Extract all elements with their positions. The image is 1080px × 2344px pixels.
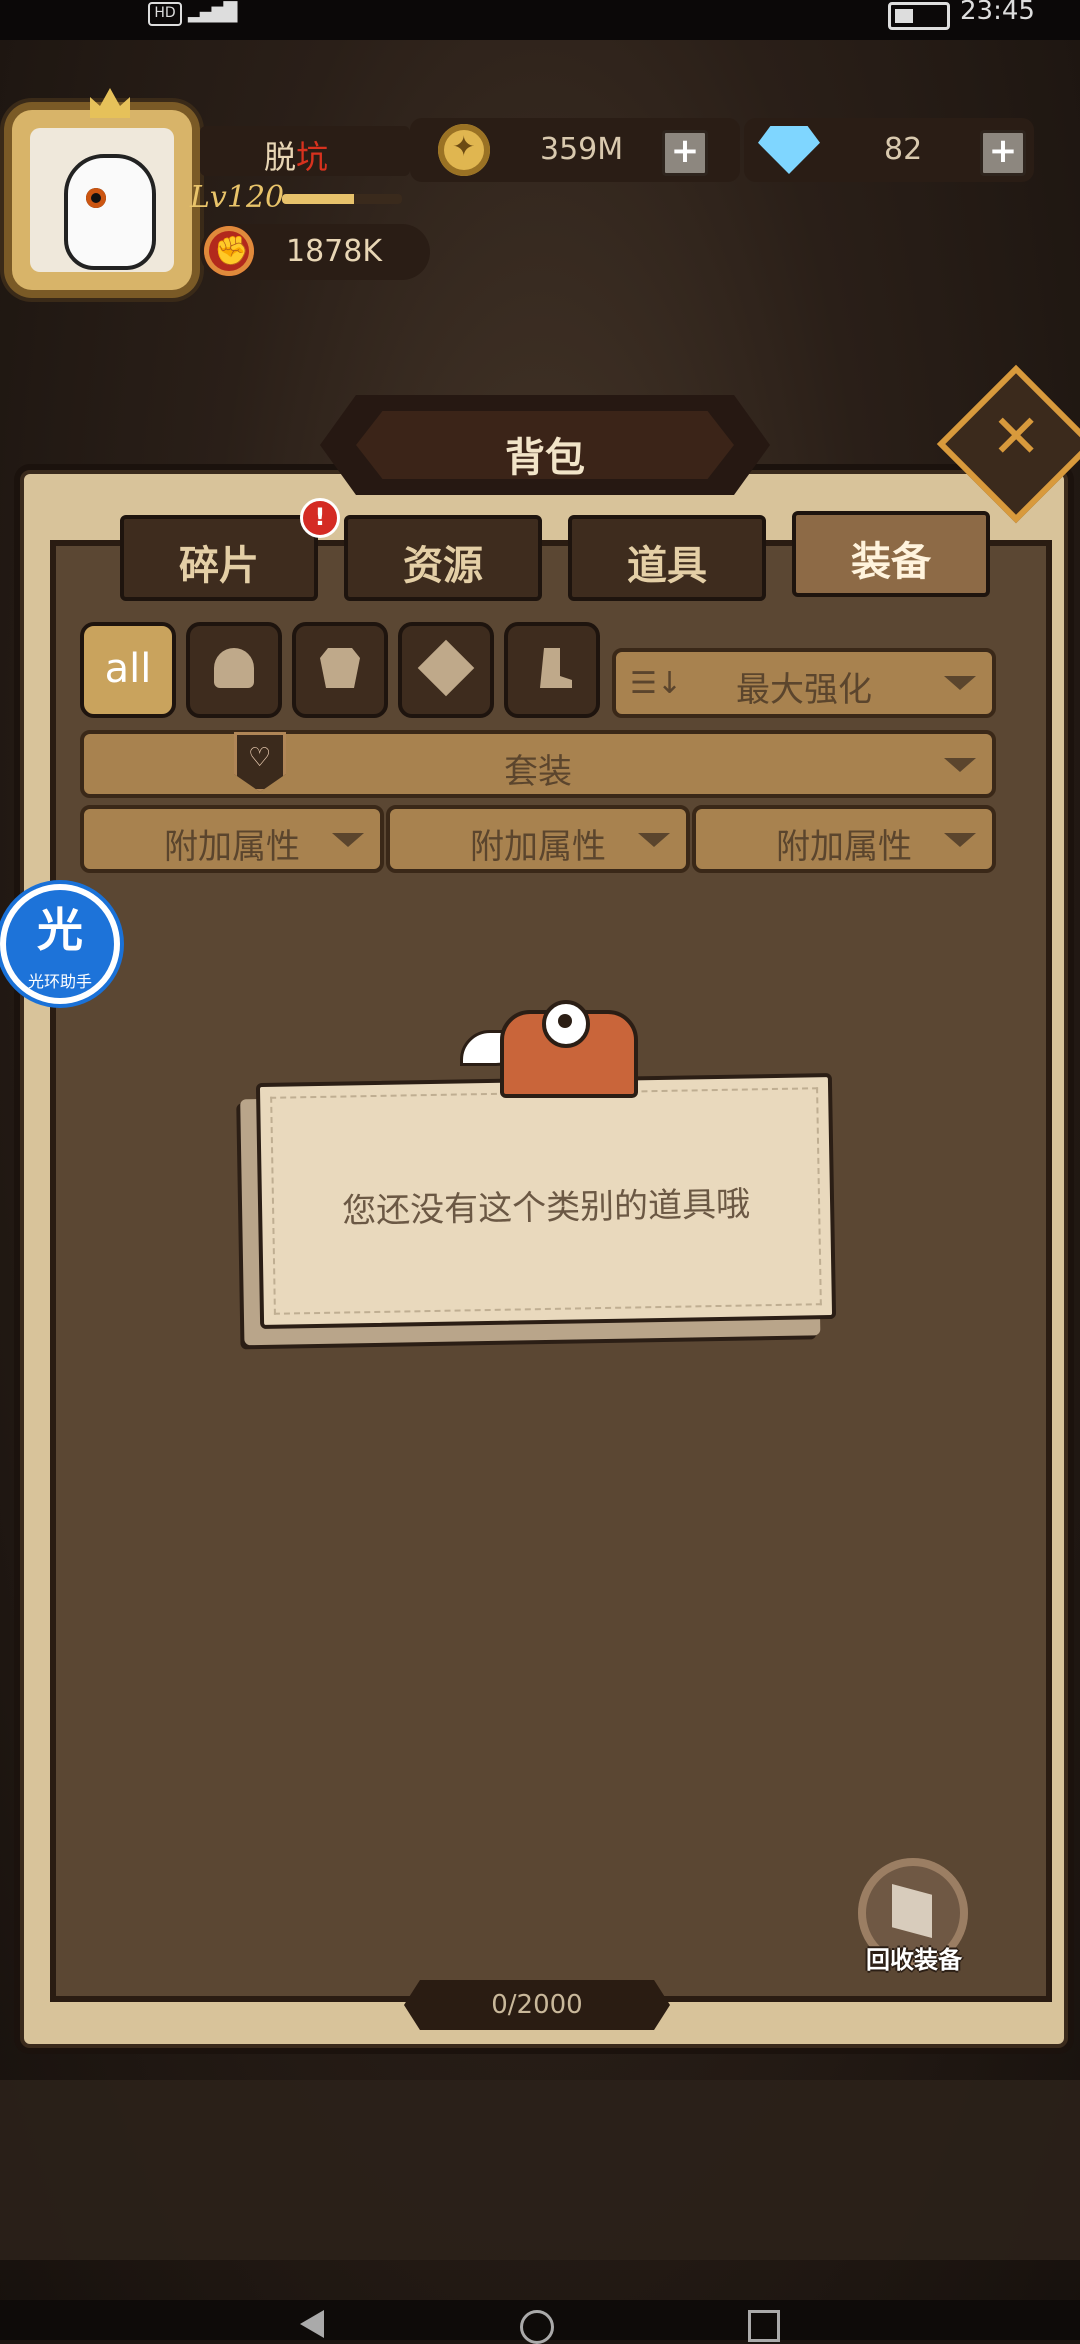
panel-title: 背包 — [505, 435, 585, 481]
armor-icon — [320, 648, 360, 688]
filter-helmet-button[interactable] — [186, 622, 282, 718]
signal-icon: ▂▄▆█ — [188, 2, 237, 23]
tab-items[interactable]: 道具 — [568, 515, 766, 601]
back-icon[interactable] — [300, 2310, 324, 2338]
attribute-dropdown-1[interactable]: 附加属性 — [80, 805, 384, 873]
gold-value: 359M — [540, 132, 624, 167]
treasure-chest-mascot-icon — [460, 990, 640, 1098]
avatar[interactable] — [12, 88, 192, 290]
chevron-down-icon — [944, 758, 976, 772]
mask-face — [64, 154, 156, 270]
bottom-menu-strip — [0, 2080, 1080, 2260]
coin-icon — [438, 124, 490, 176]
eye-icon — [86, 188, 106, 208]
battery-icon — [888, 2, 950, 30]
gold-currency: 359M + — [410, 118, 740, 182]
chevron-down-icon — [638, 833, 670, 847]
set-dropdown[interactable]: 套装 — [80, 730, 996, 798]
recent-apps-icon[interactable] — [748, 2310, 780, 2342]
filter-accessory-button[interactable] — [398, 622, 494, 718]
add-gem-button[interactable]: + — [980, 130, 1026, 176]
system-nav-bar — [0, 2300, 1080, 2344]
gem-currency: 82 + — [744, 118, 1034, 182]
gem-value: 82 — [884, 132, 923, 167]
home-icon[interactable] — [520, 2310, 554, 2344]
xp-bar — [282, 194, 402, 204]
clock: 23:45 — [960, 0, 1035, 26]
chevron-down-icon — [944, 676, 976, 690]
add-gold-button[interactable]: + — [662, 130, 708, 176]
helmet-icon — [214, 648, 254, 688]
category-tabs: 碎片 资源 道具 装备 — [120, 511, 1000, 605]
helper-floating-button[interactable]: 光 光环助手 — [0, 884, 120, 1004]
recycle-label: 回收装备 — [866, 1946, 962, 1974]
tab-label: 道具 — [627, 543, 707, 589]
attribute-dropdown-2[interactable]: 附加属性 — [386, 805, 690, 873]
filter-all-label: all — [104, 646, 152, 692]
power-value: 1878K — [286, 234, 383, 269]
empty-state-card: 您还没有这个类别的道具哦 — [255, 1072, 837, 1330]
filter-all-button[interactable]: all — [80, 622, 176, 718]
tab-fragments[interactable]: 碎片 — [120, 515, 318, 601]
tab-label: 资源 — [403, 543, 483, 589]
avatar-portrait — [30, 128, 174, 272]
hd-indicator: HD — [148, 2, 182, 26]
accessory-icon — [417, 639, 475, 697]
helper-glyph: 光 — [37, 903, 83, 957]
sort-label: 最大强化 — [736, 670, 872, 710]
fist-icon — [204, 226, 254, 276]
tab-label: 装备 — [851, 539, 931, 585]
panel-title-banner: 背包 — [320, 395, 770, 495]
player-name: 脱坑 — [264, 132, 328, 178]
diamond-icon — [758, 126, 820, 174]
attribute-dropdown-3[interactable]: 附加属性 — [692, 805, 996, 873]
tab-resources[interactable]: 资源 — [344, 515, 542, 601]
filter-boots-button[interactable] — [504, 622, 600, 718]
close-icon: ✕ — [990, 402, 1042, 473]
status-bar: HD ▂▄▆█ 23:45 — [0, 0, 1080, 40]
empty-state-message: 您还没有这个类别的道具哦 — [341, 1184, 751, 1232]
notification-badge: ! — [300, 498, 340, 538]
player-level: Lv120 — [190, 180, 285, 215]
sort-dropdown[interactable]: ☰↓ 最大强化 — [612, 648, 996, 718]
chevron-down-icon — [332, 833, 364, 847]
boots-icon — [540, 648, 572, 688]
inventory-counter: 0/2000 — [404, 1980, 670, 2030]
player-hud: 脱坑 Lv120 1878K 359M + 82 + — [0, 88, 1080, 310]
recycle-icon — [892, 1884, 932, 1938]
set-label: 套装 — [504, 752, 572, 792]
tab-label: 碎片 — [179, 543, 259, 589]
power-display: 1878K — [200, 224, 430, 280]
player-name-highlight: 坑 — [296, 138, 329, 176]
helper-label: 光环助手 — [27, 972, 92, 991]
tab-equipment[interactable]: 装备 — [792, 511, 990, 597]
chevron-down-icon — [944, 833, 976, 847]
player-name-prefix: 脱 — [264, 138, 297, 176]
name-plate: 脱坑 — [200, 126, 410, 176]
filter-armor-button[interactable] — [292, 622, 388, 718]
